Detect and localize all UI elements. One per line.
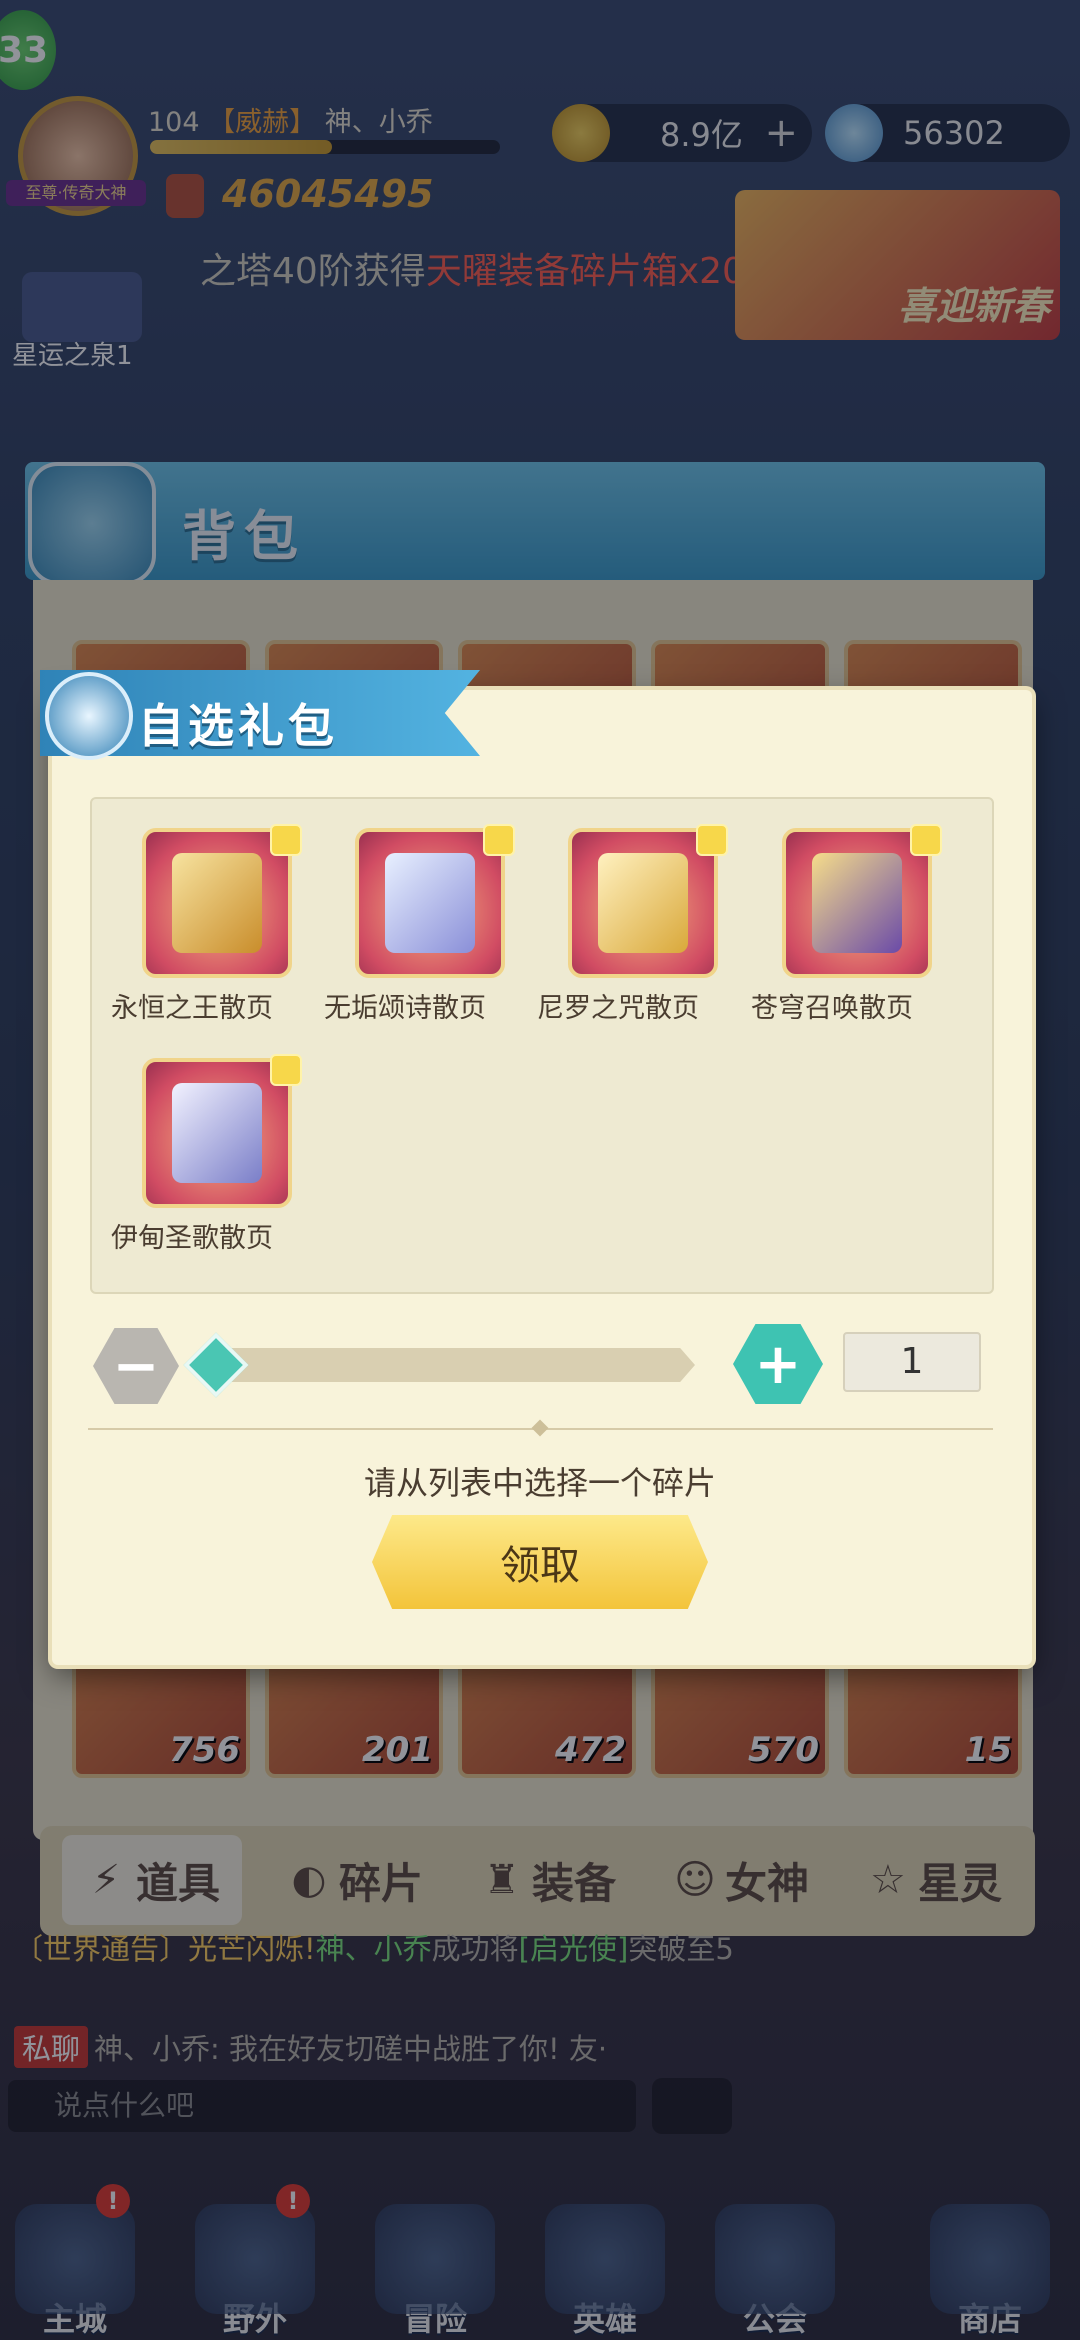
dialog-title: 自选礼包 <box>138 699 338 753</box>
puzzle-piece-icon <box>696 824 728 856</box>
gift-item[interactable]: 尼罗之咒散页 <box>518 824 728 1028</box>
gift-item[interactable]: 苍穹召唤散页 <box>732 824 942 1028</box>
book-icon <box>172 1083 262 1183</box>
puzzle-piece-icon <box>270 1054 302 1086</box>
claim-button[interactable]: 领取 <box>372 1515 708 1609</box>
selection-hint: 请从列表中选择一个碎片 <box>363 1464 716 1502</box>
quantity-slider-track[interactable] <box>200 1348 695 1382</box>
item-name: 尼罗之咒散页 <box>537 993 699 1024</box>
gift-item[interactable]: 伊甸圣歌散页 <box>92 1054 302 1258</box>
gift-item[interactable]: 无垢颂诗散页 <box>305 824 515 1028</box>
book-icon <box>385 853 475 953</box>
item-name: 苍穹召唤散页 <box>751 993 913 1024</box>
puzzle-piece-icon <box>910 824 942 856</box>
item-name: 伊甸圣歌散页 <box>111 1223 273 1254</box>
compass-icon <box>45 672 133 760</box>
book-icon <box>598 853 688 953</box>
book-icon <box>172 853 262 953</box>
puzzle-piece-icon <box>483 824 515 856</box>
book-icon <box>812 853 902 953</box>
quantity-field[interactable]: 1 <box>843 1332 981 1392</box>
gift-item[interactable]: 永恒之王散页 <box>92 824 302 1028</box>
puzzle-piece-icon <box>270 824 302 856</box>
